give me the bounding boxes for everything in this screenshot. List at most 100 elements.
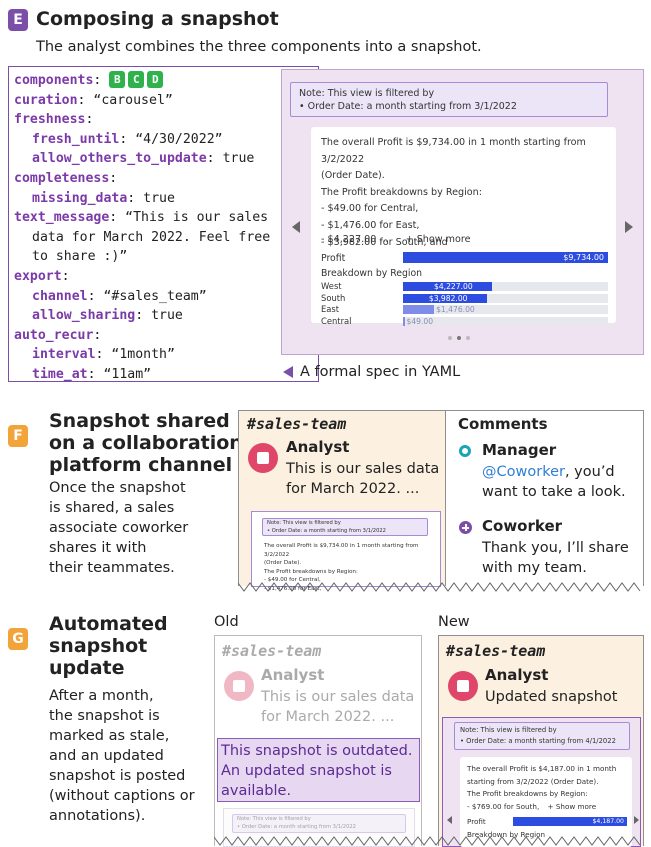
analyst-avatar xyxy=(248,443,278,473)
region-bar xyxy=(403,305,435,314)
analyst-name[interactable]: Analyst xyxy=(286,438,349,456)
yaml-key: fresh_until xyxy=(32,131,120,147)
outdated-banner[interactable]: This snapshot is outdated. An updated sna… xyxy=(217,738,420,802)
yaml-value: “4/30/2022” xyxy=(135,131,223,147)
text-line: shares it with xyxy=(49,540,147,556)
new-snapshot-post: #sales-team Analyst Updated snapshot Not… xyxy=(438,635,644,847)
show-more-link[interactable]: + Show more xyxy=(406,234,471,245)
component-chip: D xyxy=(147,71,164,88)
new-mini-snapshot[interactable]: Note: This view is filtered by • Order D… xyxy=(442,717,641,847)
section-f-badge: F xyxy=(8,425,28,447)
coworker-name[interactable]: Coworker xyxy=(482,517,562,535)
yaml-value: “This is our sales xyxy=(125,210,269,226)
torn-edge xyxy=(238,582,641,592)
yaml-key: export xyxy=(14,268,62,284)
new-filter-note: Note: This view is filtered by • Order D… xyxy=(454,722,630,750)
yaml-line: to share :)” xyxy=(14,247,313,267)
mini-note-line2: • Order Date: a month starting from 3/1/… xyxy=(267,527,386,534)
yaml-value: true xyxy=(143,190,175,206)
text-line: This is our sales data xyxy=(286,461,440,477)
section-g-badge: G xyxy=(8,628,28,650)
yaml-line: curation: “carousel” xyxy=(14,92,173,108)
new-note-line1: Note: This view is filtered by xyxy=(460,726,557,734)
new-next-icon[interactable] xyxy=(634,816,639,824)
yaml-line: text_message: “This is our sales xyxy=(14,210,269,226)
carousel-dot-active[interactable] xyxy=(457,336,461,340)
new-channel-name[interactable]: #sales-team xyxy=(446,642,545,660)
caption-arrow-icon xyxy=(283,366,293,378)
comments-title: Comments xyxy=(458,415,548,433)
text-line: update xyxy=(49,657,125,679)
region-bar xyxy=(403,316,405,326)
old-note-line1: Note: This view is filtered by xyxy=(237,816,311,822)
new-show-more-link[interactable]: + Show more xyxy=(548,802,597,811)
manager-text2: want to take a look. xyxy=(482,484,626,500)
comments-panel: Comments Manager @Coworker, you’d want t… xyxy=(446,410,644,586)
manager-status-icon xyxy=(459,445,471,457)
yaml-key: completeness xyxy=(14,170,110,186)
text-line: starting from 3/2/2022 (Order Date). xyxy=(467,776,599,786)
text-line: on a collaboration xyxy=(49,432,243,454)
yaml-value: true xyxy=(222,151,255,167)
mention-link[interactable]: @Coworker xyxy=(482,464,565,480)
section-e-title: Composing a snapshot xyxy=(36,8,279,30)
text-line: for March 2022. ... xyxy=(286,481,420,497)
text-line: their teammates. xyxy=(49,560,175,576)
yaml-value: data for March 2022. Feel free xyxy=(32,229,271,245)
mini-snapshot[interactable]: Note: This view is filtered by • Order D… xyxy=(251,511,441,592)
new-note-line2: • Order Date: a month starting from 4/1/… xyxy=(460,737,616,745)
text-line: Snapshot shared xyxy=(49,410,230,432)
yaml-key: allow_sharing xyxy=(32,308,136,324)
text-line: marked as stale, xyxy=(49,728,170,744)
text-line: Automated xyxy=(49,613,168,635)
new-last-text: - $769.00 for South, xyxy=(467,802,540,811)
new-analyst-avatar xyxy=(448,671,478,701)
carousel-next-icon[interactable] xyxy=(625,221,633,233)
new-profit-bar: $4,187.00 xyxy=(513,817,627,826)
carousel-dot[interactable] xyxy=(448,336,452,340)
summary-last-text: - $4,227.00 ... xyxy=(321,234,389,245)
yaml-key: channel xyxy=(32,288,88,304)
section-g-body: After a month, the snapshot is marked as s… xyxy=(49,686,195,826)
text-line: is shared, a sales xyxy=(49,500,175,516)
text-line: and an updated xyxy=(49,748,164,764)
new-message: Updated snapshot xyxy=(485,689,618,705)
channel-name[interactable]: #sales-team xyxy=(247,415,346,433)
region-label: West xyxy=(321,281,342,291)
old-snapshot-post: #sales-team Analyst This is our sales da… xyxy=(214,635,422,847)
text-line: snapshot is posted xyxy=(49,768,186,784)
section-f-body: Once the snapshot is shared, a sales assoc… xyxy=(49,478,188,578)
new-prev-icon[interactable] xyxy=(447,816,452,824)
yaml-line: channel: “#sales_team” xyxy=(32,288,207,304)
text-line: (without captions or xyxy=(49,788,195,804)
new-profit-value: $4,187.00 xyxy=(592,818,625,825)
analyst-message: This is our sales data for March 2022. ..… xyxy=(286,459,439,499)
section-e-subtitle: The analyst combines the three component… xyxy=(36,39,482,55)
yaml-line: freshness: xyxy=(14,112,94,128)
yaml-components-line: components: BCD xyxy=(14,71,313,91)
text-line: This snapshot is outdated. xyxy=(221,743,413,759)
yaml-line: missing_data: true xyxy=(32,190,175,206)
filter-note-line1: Note: This view is filtered by xyxy=(299,88,435,99)
region-value: $49.00 xyxy=(406,316,434,326)
breakdown-title: Breakdown by Region xyxy=(321,268,423,279)
text-line: The overall Profit is $9,734.00 in 1 mon… xyxy=(264,543,419,558)
new-analyst-name[interactable]: Analyst xyxy=(485,666,548,684)
yaml-line: interval: “1month” xyxy=(32,347,175,363)
carousel-prev-icon[interactable] xyxy=(292,221,300,233)
text-line: Once the snapshot xyxy=(49,480,186,496)
text-line: The Profit breakdowns by Region: xyxy=(321,186,482,198)
component-chip: C xyxy=(128,71,145,88)
yaml-line: auto_recur: xyxy=(14,327,102,343)
region-value: $1,476.00 xyxy=(436,305,475,314)
component-chip: B xyxy=(109,71,126,88)
text-line: the snapshot is xyxy=(49,708,160,724)
text-line: snapshot xyxy=(49,635,148,657)
section-e-badge: E xyxy=(8,9,28,31)
coworker-icon xyxy=(459,521,472,534)
carousel-dot[interactable] xyxy=(466,336,470,340)
old-filter-note: Note: This view is filtered by • Order D… xyxy=(232,814,406,833)
manager-name[interactable]: Manager xyxy=(482,441,556,459)
yaml-value: “#sales_team” xyxy=(103,288,207,304)
filter-note-line2: • Order Date: a month starting from 3/1/… xyxy=(299,101,517,112)
